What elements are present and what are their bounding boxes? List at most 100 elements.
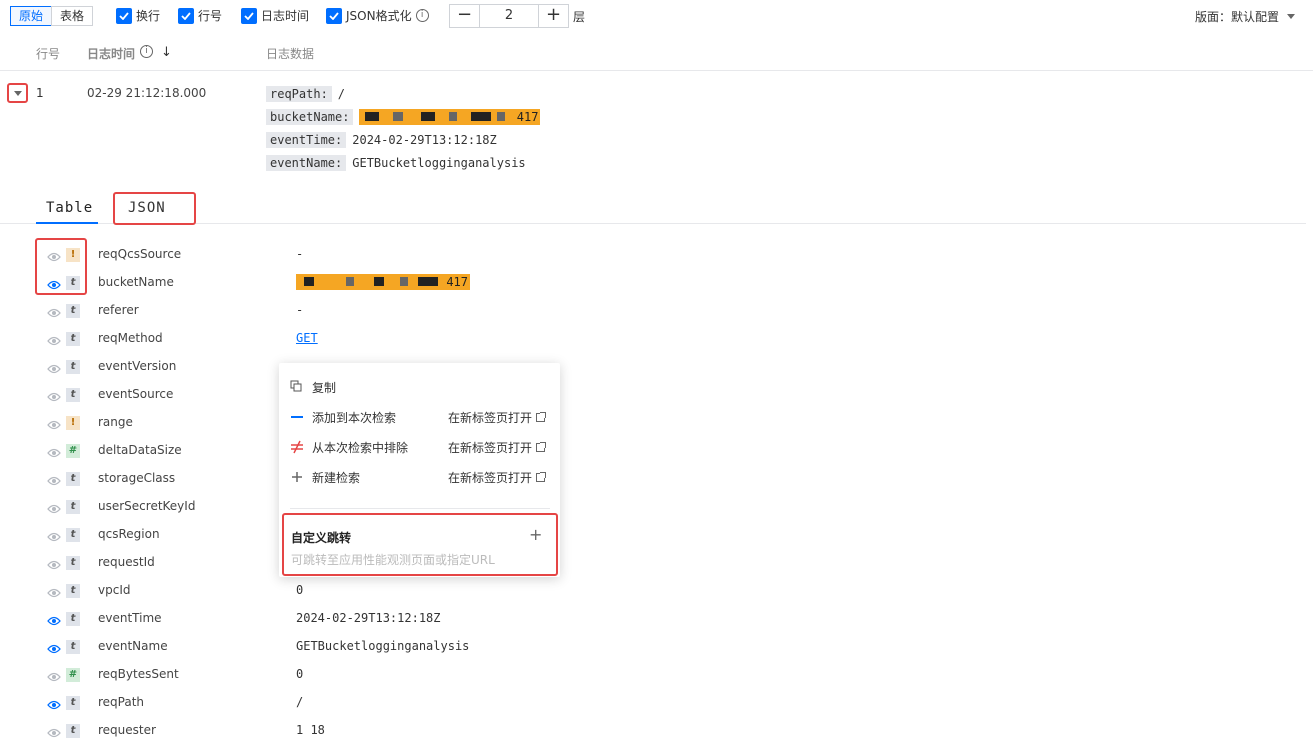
row-time: 02-29 21:12:18.000 xyxy=(87,86,207,100)
field-name: requestId xyxy=(98,555,155,569)
checkmark-icon xyxy=(116,7,132,24)
col-data: 日志数据 xyxy=(266,47,315,61)
eye-icon[interactable] xyxy=(47,587,61,598)
type-icon: t xyxy=(66,696,80,710)
view-raw-button[interactable]: 原始 xyxy=(10,6,53,26)
open-new-tab-link[interactable]: 在新标签页打开 xyxy=(448,439,547,456)
log-field-value[interactable]: GETBucketlogginganalysis xyxy=(352,156,525,170)
field-value[interactable]: - xyxy=(296,247,303,261)
add-custom-jump-icon[interactable]: + xyxy=(529,525,542,544)
field-value[interactable]: GET xyxy=(296,331,318,345)
field-row: t requester 1 18 xyxy=(0,722,1313,748)
external-link-icon xyxy=(536,471,547,482)
eye-icon[interactable] xyxy=(47,559,61,570)
eye-icon[interactable] xyxy=(47,671,61,682)
eye-icon[interactable] xyxy=(47,419,61,430)
field-value[interactable]: - xyxy=(296,303,303,317)
eye-icon[interactable] xyxy=(47,475,61,486)
caret-down-icon xyxy=(1287,14,1295,19)
toolbar: 原始 表格 换行 行号 日志时间 JSON格式化 i − 2 + 层 版面：默认… xyxy=(0,0,1313,32)
field-name: bucketName xyxy=(98,275,174,289)
field-value[interactable]: GETBucketlogginganalysis xyxy=(296,639,469,653)
menu-add-label: 添加到本次检索 xyxy=(312,410,397,425)
open-new-tab-link[interactable]: 在新标签页打开 xyxy=(448,469,547,486)
log-field-value[interactable]: / xyxy=(338,87,345,101)
menu-item-copy[interactable]: 复制 xyxy=(290,377,550,397)
type-icon: t xyxy=(66,500,80,514)
menu-copy-label: 复制 xyxy=(312,380,337,395)
json-format-label: JSON格式化 xyxy=(346,9,412,23)
eye-icon[interactable] xyxy=(47,531,61,542)
log-field-key: eventName: xyxy=(266,155,347,171)
menu-item-add-to-search[interactable]: 添加到本次检索 在新标签页打开 xyxy=(290,407,550,427)
menu-new-search-label: 新建检索 xyxy=(312,470,361,485)
type-icon: # xyxy=(66,668,80,682)
field-value[interactable]: / xyxy=(296,695,303,709)
type-icon: t xyxy=(66,472,80,486)
eye-icon[interactable] xyxy=(47,727,61,738)
type-icon: t xyxy=(66,640,80,654)
view-table-button[interactable]: 表格 xyxy=(51,6,94,26)
plus-icon xyxy=(290,470,304,484)
open-new-tab-link[interactable]: 在新标签页打开 xyxy=(448,409,547,426)
plus-button[interactable]: + xyxy=(539,5,568,27)
eye-icon[interactable] xyxy=(47,699,61,710)
wrap-checkbox[interactable]: 换行 xyxy=(116,7,160,24)
field-value[interactable]: 2024-02-29T13:12:18Z xyxy=(296,611,441,625)
log-time-checkbox[interactable]: 日志时间 xyxy=(241,7,309,24)
info-icon[interactable]: i xyxy=(140,45,153,58)
eye-icon[interactable] xyxy=(47,615,61,626)
line-number-label: 行号 xyxy=(198,9,223,23)
field-row: t eventVersion xyxy=(0,358,1313,386)
eye-icon[interactable] xyxy=(47,363,61,374)
line-number-checkbox[interactable]: 行号 xyxy=(178,7,222,24)
layout-select[interactable]: 版面：默认配置 xyxy=(1195,8,1295,25)
masked-value[interactable]: 417 xyxy=(359,109,541,125)
not-equals-icon xyxy=(290,440,304,454)
log-field: reqPath: / xyxy=(266,86,345,102)
log-time-label: 日志时间 xyxy=(261,9,310,23)
log-field-key: eventTime: xyxy=(266,132,347,148)
layer-stepper: − 2 + xyxy=(449,4,569,28)
eye-icon[interactable] xyxy=(47,447,61,458)
json-format-checkbox[interactable]: JSON格式化 i xyxy=(326,7,429,24)
field-row: t bucketName 417 xyxy=(0,274,1313,302)
col-time[interactable]: 日志时间 xyxy=(87,45,135,62)
tab-underline xyxy=(36,222,98,224)
eye-icon[interactable] xyxy=(47,503,61,514)
eye-icon[interactable] xyxy=(47,643,61,654)
custom-jump-title: 自定义跳转 xyxy=(291,531,352,545)
icon-highlight xyxy=(35,238,87,295)
layer-value[interactable]: 2 xyxy=(479,5,539,27)
equals-icon xyxy=(290,410,304,424)
eye-icon[interactable] xyxy=(47,307,61,318)
field-row: t eventTime 2024-02-29T13:12:18Z xyxy=(0,610,1313,638)
log-field-value[interactable]: 2024-02-29T13:12:18Z xyxy=(352,133,497,147)
eye-icon[interactable] xyxy=(47,391,61,402)
field-value[interactable]: 0 xyxy=(296,667,303,681)
masked-value[interactable]: 417 xyxy=(296,274,470,290)
expand-toggle[interactable] xyxy=(7,83,28,103)
json-tab-highlight xyxy=(113,192,196,225)
type-icon: t xyxy=(66,388,80,402)
field-name: userSecretKeyId xyxy=(98,499,196,513)
sort-down-icon[interactable]: ↓ xyxy=(161,45,172,60)
log-field-key: bucketName: xyxy=(266,109,354,125)
field-row: t reqPath / xyxy=(0,694,1313,722)
minus-button[interactable]: − xyxy=(450,5,479,27)
info-icon[interactable]: i xyxy=(415,9,429,22)
checkmark-icon xyxy=(241,7,257,24)
field-value[interactable]: 0 xyxy=(296,583,303,597)
table-header: 行号 日志时间 i ↓ 日志数据 xyxy=(0,36,1313,71)
type-icon: t xyxy=(66,332,80,346)
menu-item-exclude[interactable]: 从本次检索中排除 在新标签页打开 xyxy=(290,437,550,457)
tab-table[interactable]: Table xyxy=(46,200,93,216)
menu-item-new-search[interactable]: 新建检索 在新标签页打开 xyxy=(290,467,550,487)
eye-icon[interactable] xyxy=(47,335,61,346)
external-link-icon xyxy=(536,441,547,452)
menu-exclude-label: 从本次检索中排除 xyxy=(312,440,409,455)
field-name: referer xyxy=(98,303,139,317)
field-name: reqBytesSent xyxy=(98,667,179,681)
field-value[interactable]: 1 18 xyxy=(296,723,325,737)
menu-divider xyxy=(290,508,550,509)
